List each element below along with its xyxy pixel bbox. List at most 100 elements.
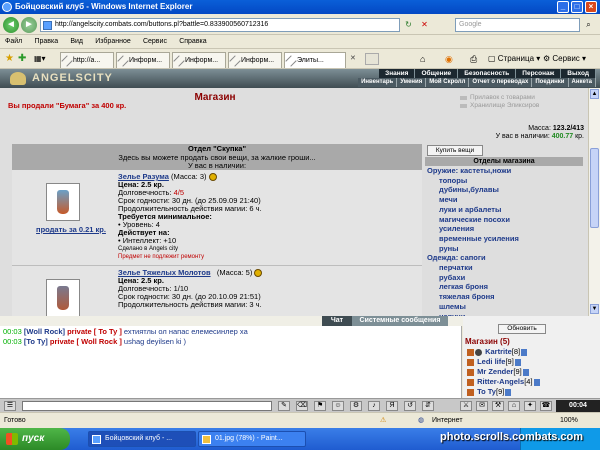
address-field[interactable]: http://angelscity.combats.com/buttons.pl…	[40, 18, 400, 32]
tab-2[interactable]: Информ...	[116, 52, 170, 68]
chat-sender[interactable]: [Woll Rock]	[24, 327, 65, 336]
menu-view[interactable]: Вид	[65, 35, 88, 49]
player-row[interactable]: Mr Zender[9]	[467, 367, 529, 377]
print-icon[interactable]: ⎙	[470, 53, 477, 65]
task-browser[interactable]: Бойцовский клуб - ...	[88, 431, 196, 447]
chat-sender[interactable]: [To Ty]	[24, 337, 48, 346]
menu-character[interactable]: Персонаж	[516, 69, 562, 78]
menu-my-scroll[interactable]: Мой Скролл	[426, 78, 470, 87]
home-icon[interactable]: ⌂	[420, 53, 425, 65]
department-item[interactable]: мечи	[425, 195, 583, 205]
stop-button[interactable]: ✕	[418, 18, 431, 32]
tab-3[interactable]: Информ...	[172, 52, 226, 68]
department-item[interactable]: луки и арбалеты	[425, 205, 583, 215]
tab-4[interactable]: Информ...	[228, 52, 282, 68]
new-tab-button[interactable]	[365, 53, 379, 65]
refresh-button[interactable]: Обновить	[498, 324, 546, 334]
zoom-level[interactable]: 100%	[560, 413, 578, 428]
department-item[interactable]: перчатки	[425, 263, 583, 273]
menu-inventory[interactable]: Инвентарь	[358, 78, 398, 87]
player-row[interactable]: Ledi life[9]	[467, 357, 521, 367]
department-item[interactable]: легкая броня	[425, 282, 583, 292]
chat-input[interactable]	[22, 401, 272, 411]
action-icon[interactable]: ✦	[524, 401, 536, 411]
department-item[interactable]: шлемы	[425, 302, 583, 312]
close-button[interactable]: ×	[585, 1, 597, 13]
department-item[interactable]: дубины,булавы	[425, 185, 583, 195]
send-icon[interactable]: ✎	[278, 401, 290, 411]
menu-knowledge[interactable]: Знания	[379, 69, 416, 78]
translit-icon[interactable]: Я	[386, 401, 398, 411]
action-icon[interactable]: ⚔	[460, 401, 472, 411]
action-icon[interactable]: ⚒	[492, 401, 504, 411]
department-item[interactable]: временные усиления	[425, 234, 583, 244]
department-category[interactable]: Одежда: сапоги	[425, 253, 583, 263]
history-icon[interactable]: ↺	[404, 401, 416, 411]
buy-items-button[interactable]: Купить вещи	[427, 145, 483, 156]
tab-close-icon[interactable]: ✕	[350, 53, 356, 65]
tab-5[interactable]: Элиты...	[284, 52, 346, 68]
info-icon[interactable]	[514, 358, 521, 366]
quick-tabs-icon[interactable]: ▦▾	[34, 53, 46, 65]
department-item[interactable]: руны	[425, 244, 583, 254]
page-menu[interactable]: ▢ Страница ▾	[488, 53, 540, 65]
task-paint[interactable]: 01.jpg (78%) - Paint...	[198, 431, 306, 447]
go-button[interactable]: ↻	[402, 18, 415, 32]
action-icon[interactable]: ⌂	[508, 401, 520, 411]
player-row[interactable]: To Ty[9]	[467, 387, 512, 397]
action-icon[interactable]: ☎	[540, 401, 552, 411]
favorites-star-icon[interactable]: ★	[5, 53, 14, 65]
maximize-button[interactable]: □	[571, 1, 583, 13]
chat-private[interactable]: private [ To Ty ]	[67, 327, 122, 336]
start-button[interactable]: пуск	[0, 428, 70, 450]
tab-1[interactable]: http://a...	[60, 52, 114, 68]
menu-communication[interactable]: Общение	[415, 69, 459, 78]
sell-link[interactable]: продать за 0.21 кр.	[26, 225, 116, 234]
tools-menu[interactable]: ⚙ Сервис ▾	[543, 53, 586, 65]
info-icon[interactable]	[521, 348, 528, 356]
player-row[interactable]: Ritter-Angels[4]	[467, 377, 540, 387]
content-scrollbar[interactable]: ▲ ▼	[588, 88, 600, 316]
tab-system-messages[interactable]: Системные сообщения	[352, 316, 448, 326]
player-row[interactable]: Kartrite[8]	[467, 347, 528, 357]
menu-profile[interactable]: Анкета	[568, 78, 596, 87]
menu-security[interactable]: Безопасность	[458, 69, 517, 78]
minimize-button[interactable]: _	[557, 1, 569, 13]
scroll-down-icon[interactable]: ▼	[590, 304, 599, 314]
smile-icon[interactable]: ☺	[332, 401, 344, 411]
scroll-lock-icon[interactable]: ⇵	[422, 401, 434, 411]
department-item[interactable]: тяжелая броня	[425, 292, 583, 302]
forward-button[interactable]: ►	[21, 17, 37, 33]
scroll-thumb[interactable]	[590, 148, 599, 228]
search-input[interactable]: Google	[455, 18, 580, 32]
chat-mode-icon[interactable]: ☰	[4, 401, 16, 411]
department-category[interactable]: Оружие: кастеты,ножи	[425, 166, 583, 176]
department-item[interactable]: магические посохи	[425, 215, 583, 225]
menu-battles[interactable]: Поединки	[532, 78, 569, 87]
filter-icon[interactable]: ⚑	[314, 401, 326, 411]
chat-private[interactable]: private [ Woll Rock ]	[50, 337, 122, 346]
action-icon[interactable]: ✉	[476, 401, 488, 411]
info-icon[interactable]	[505, 388, 512, 396]
menu-help[interactable]: Справка	[174, 35, 211, 49]
menu-skills[interactable]: Умения	[397, 78, 427, 87]
menu-edit[interactable]: Правка	[29, 35, 63, 49]
menu-file[interactable]: Файл	[0, 35, 27, 49]
back-button[interactable]: ◄	[3, 17, 19, 33]
menu-transfers[interactable]: Отчет о переводах	[469, 78, 533, 87]
department-item[interactable]: рубахи	[425, 273, 583, 283]
scroll-up-icon[interactable]: ▲	[590, 89, 599, 99]
sound-icon[interactable]: ♪	[368, 401, 380, 411]
link-goods-counter[interactable]: Прилавок с товарами	[460, 94, 539, 102]
settings-icon[interactable]: ⚙	[350, 401, 362, 411]
add-favorites-icon[interactable]: ✚	[18, 53, 26, 65]
info-icon[interactable]	[533, 378, 540, 386]
clear-icon[interactable]: ⌫	[296, 401, 308, 411]
department-item[interactable]: усиления	[425, 224, 583, 234]
search-icon[interactable]: ⌕	[582, 18, 595, 32]
link-elixir-storage[interactable]: Хранилище Эликсиров	[460, 102, 539, 110]
menu-tools[interactable]: Сервис	[138, 35, 172, 49]
tab-chat[interactable]: Чат	[322, 316, 352, 326]
menu-exit[interactable]: Выход	[561, 69, 596, 78]
menu-favorites[interactable]: Избранное	[90, 35, 135, 49]
